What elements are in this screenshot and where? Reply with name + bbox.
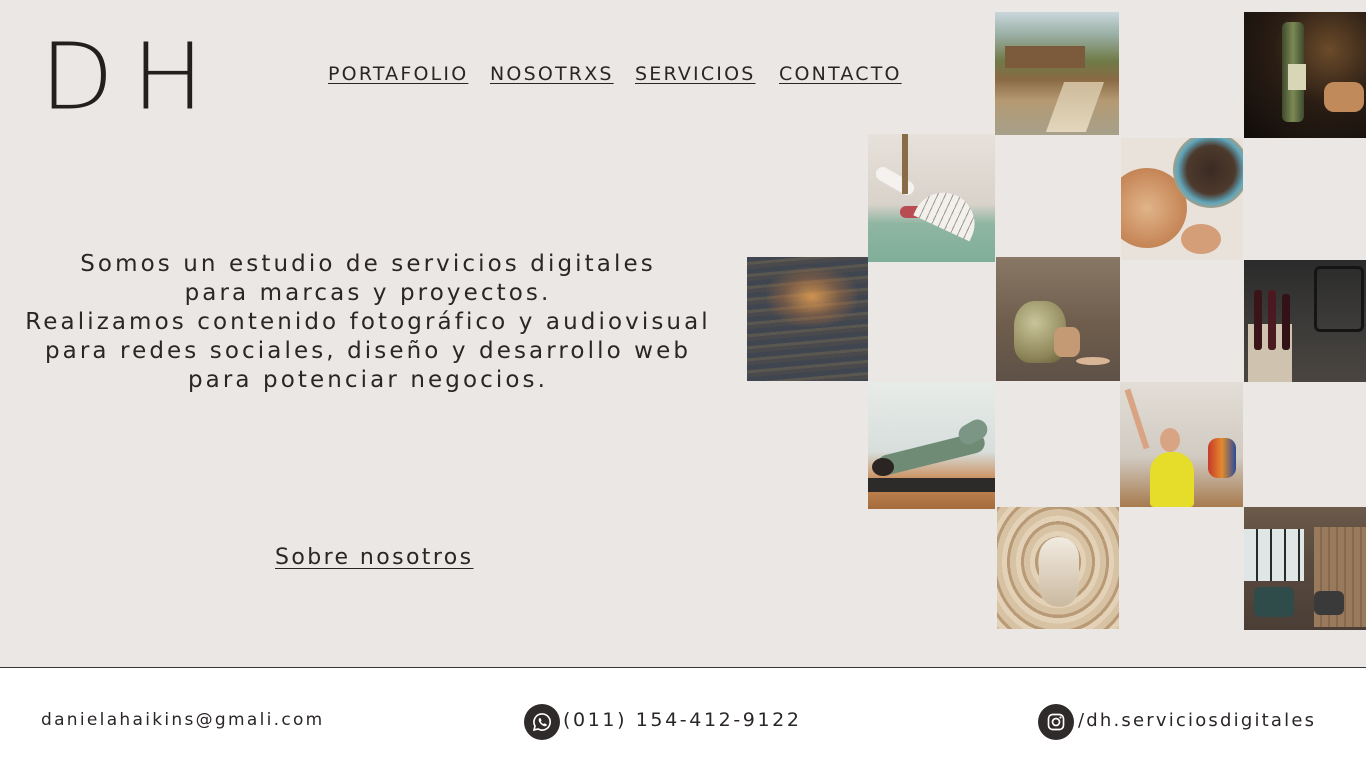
wine-bottle-photo[interactable] bbox=[1244, 12, 1366, 138]
wine-cellar-photo[interactable] bbox=[1244, 260, 1366, 382]
nav-portafolio[interactable]: PORTAFOLIO bbox=[328, 63, 468, 85]
instagram-icon[interactable] bbox=[1038, 704, 1074, 740]
garden-cabin-photo[interactable] bbox=[995, 12, 1119, 135]
dance-class-photo[interactable] bbox=[1120, 382, 1243, 507]
tagline-line: para potenciar negocios. bbox=[187, 367, 549, 393]
footer-instagram[interactable]: /dh.serviciosdigitales bbox=[1078, 710, 1316, 731]
tagline-line: Realizamos contenido fotográfico y audio… bbox=[25, 309, 711, 335]
footer-email[interactable]: danielahaikins@gmali.com bbox=[41, 710, 325, 730]
nav-contacto[interactable]: CONTACTO bbox=[779, 63, 902, 85]
tagline-line: para redes sociales, diseño y desarrollo… bbox=[44, 338, 692, 364]
about-us-link[interactable]: Sobre nosotros bbox=[275, 545, 474, 570]
nav-nosotrxs[interactable]: NOSOTRXS bbox=[490, 63, 614, 85]
tagline-line: Somos un estudio de servicios digitales bbox=[80, 251, 656, 277]
ceramic-jar-photo[interactable] bbox=[996, 257, 1120, 381]
dancer-fan-photo[interactable] bbox=[868, 134, 995, 262]
sea-sunset-photo[interactable] bbox=[747, 257, 868, 381]
wooden-interior-photo[interactable] bbox=[997, 507, 1119, 629]
restaurant-interior-photo[interactable] bbox=[1244, 507, 1366, 630]
tagline-line: para marcas y proyectos. bbox=[184, 280, 552, 306]
nav-servicios[interactable]: SERVICIOS bbox=[635, 63, 756, 85]
hero-tagline: Somos un estudio de servicios digitales … bbox=[18, 250, 718, 395]
hero-section: DH PORTAFOLIO NOSOTRXS SERVICIOS CONTACT… bbox=[0, 0, 1366, 667]
whatsapp-icon[interactable] bbox=[524, 704, 560, 740]
footer-phone[interactable]: (011) 154-412-9122 bbox=[563, 709, 802, 731]
brand-logo[interactable]: DH bbox=[40, 24, 222, 130]
pilates-reformer-photo[interactable] bbox=[868, 382, 995, 509]
footer: danielahaikins@gmali.com (011) 154-412-9… bbox=[0, 668, 1366, 768]
ceramic-plates-photo[interactable] bbox=[1121, 138, 1243, 260]
